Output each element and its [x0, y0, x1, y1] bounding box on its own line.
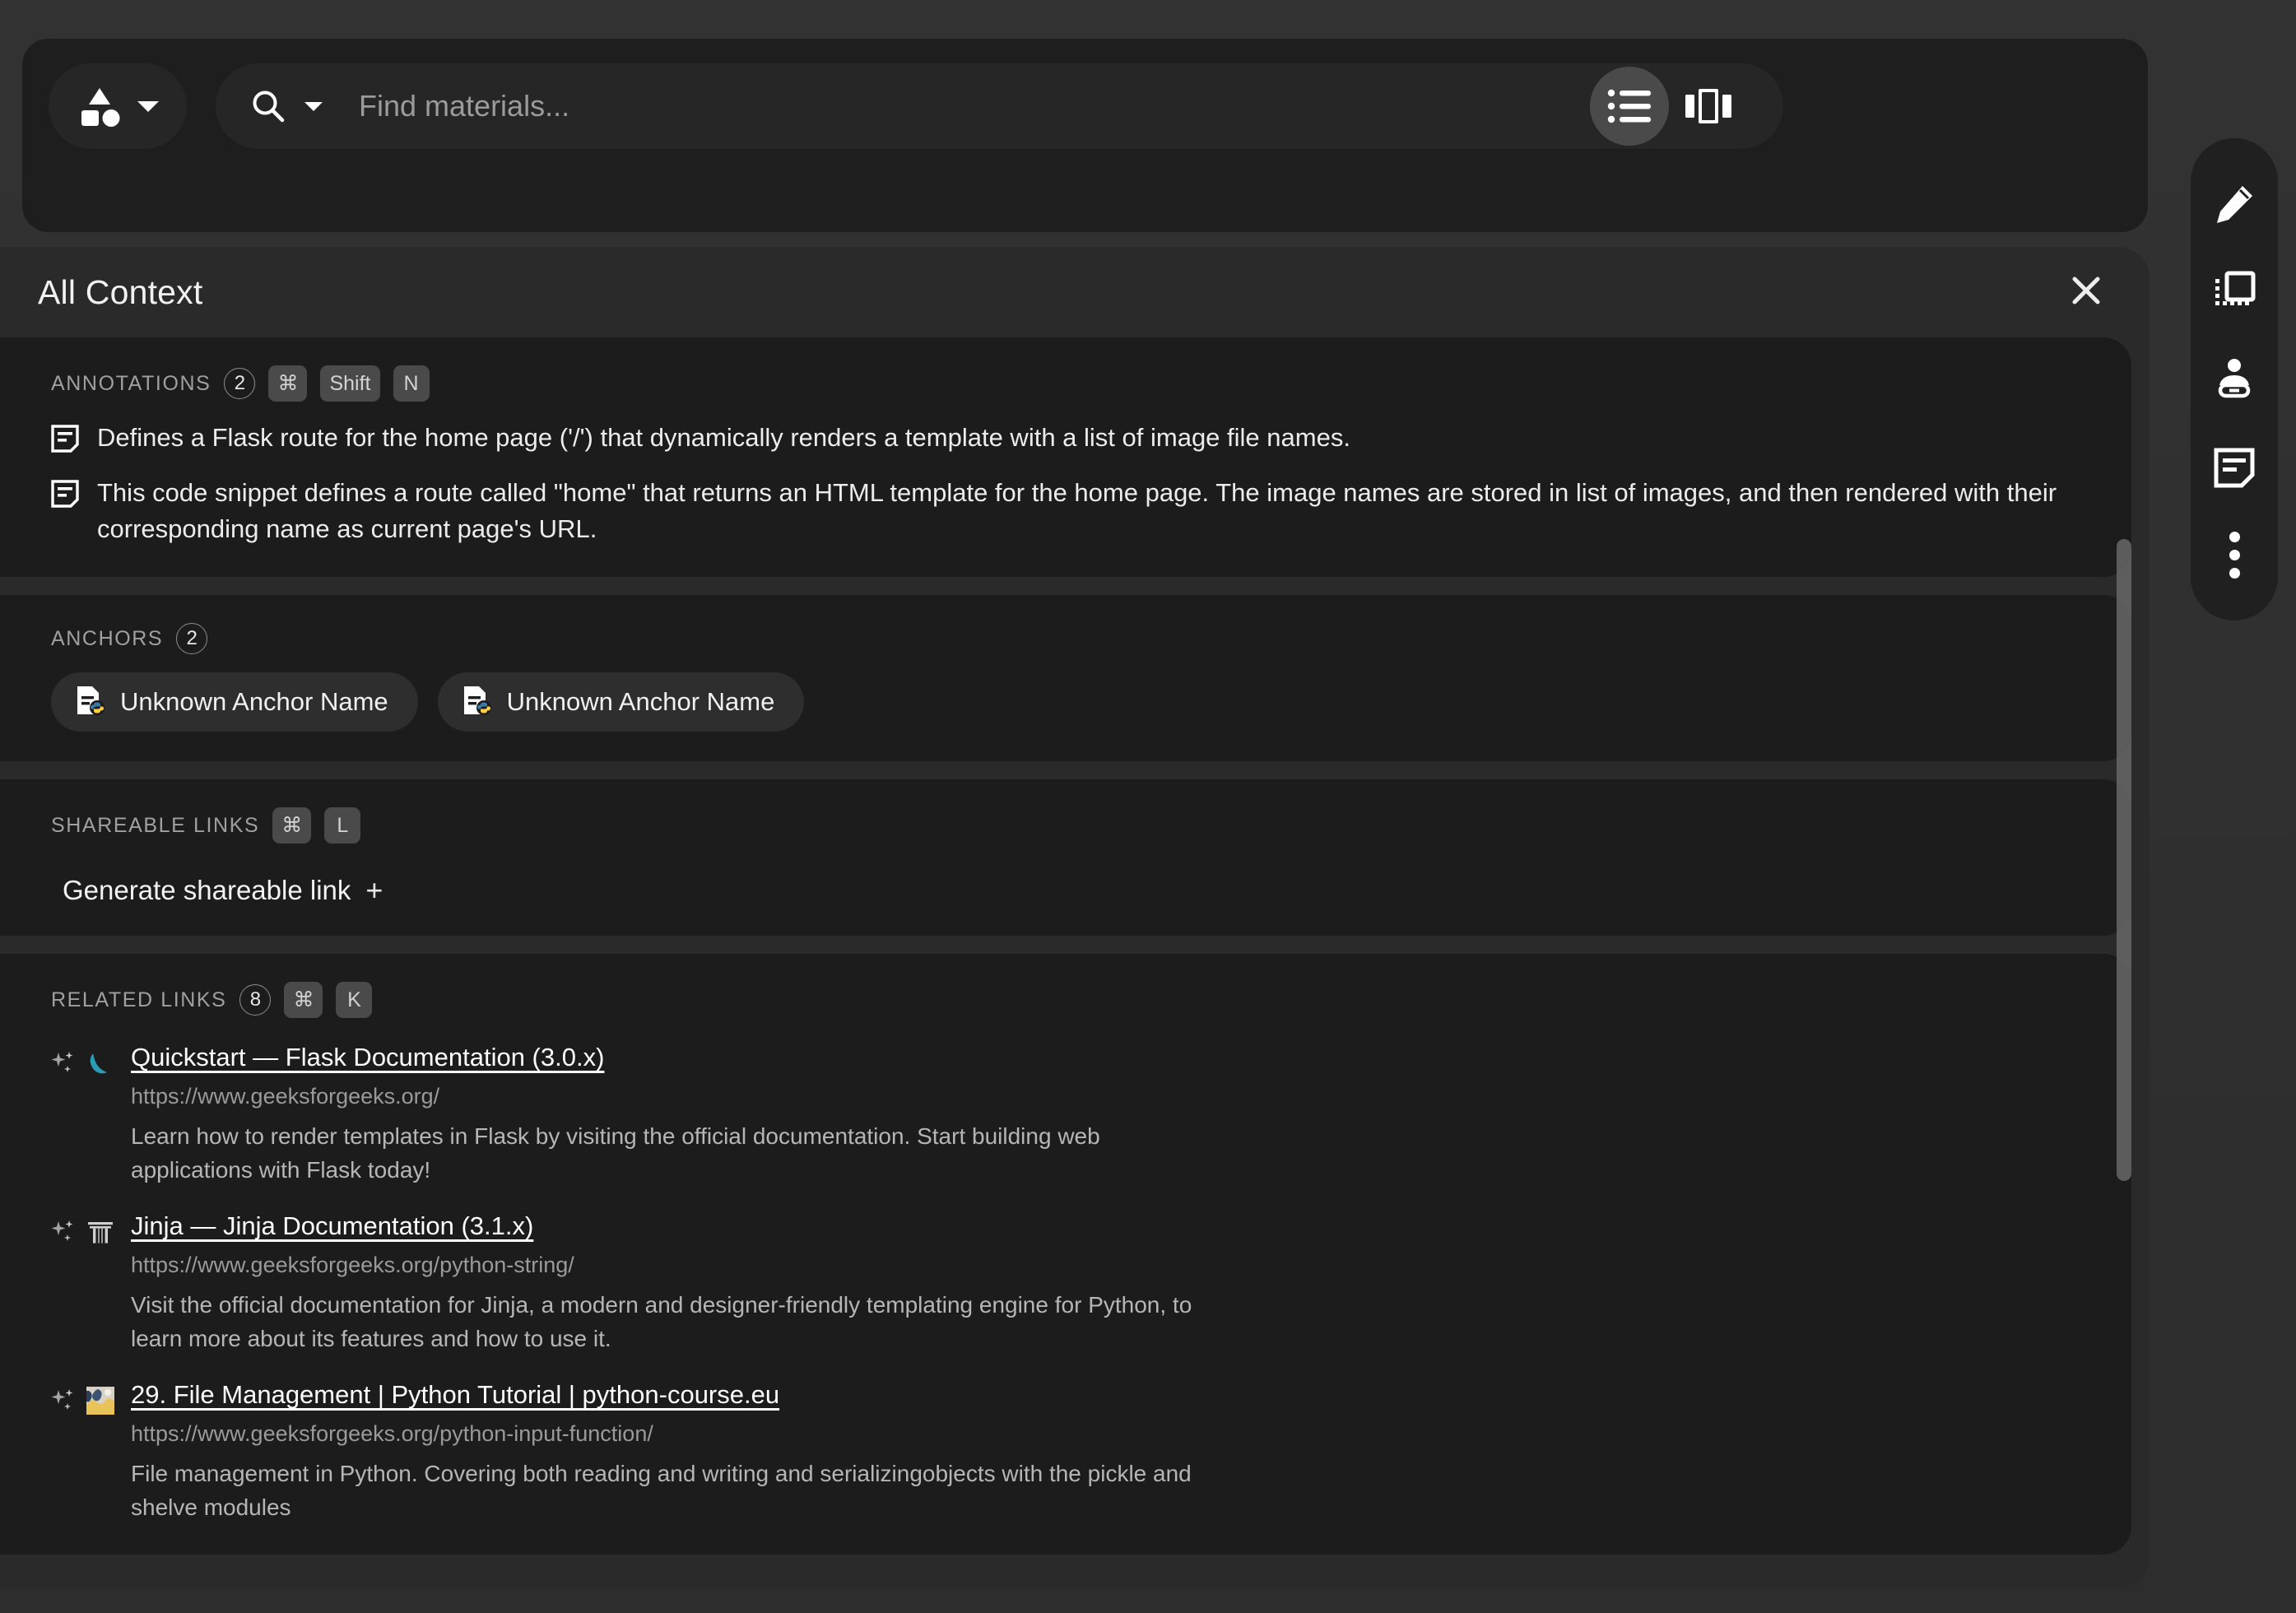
page-title: All Context [38, 272, 203, 311]
related-link-url: https://www.geeksforgeeks.org/python-str… [131, 1253, 574, 1278]
anchors-card: ANCHORS 2 Unknown Anchor Name Unknown An… [0, 595, 2131, 762]
anchor-chip-label: Unknown Anchor Name [506, 687, 775, 717]
kbd-l: L [324, 807, 361, 844]
sparkles-icon [51, 1220, 73, 1242]
annotation-text: Defines a Flask route for the home page … [97, 423, 1350, 452]
close-icon[interactable] [2061, 265, 2112, 316]
anchor-chip[interactable]: Unknown Anchor Name [51, 672, 418, 732]
related-link-icons [51, 1211, 114, 1246]
related-link-body: 29. File Management | Python Tutorial | … [131, 1380, 2098, 1524]
shapes-icon [81, 88, 120, 127]
annotation-note-icon [51, 480, 79, 512]
generate-shareable-link-label: Generate shareable link [63, 875, 351, 906]
annotation-text: This code snippet defines a route called… [97, 478, 2057, 544]
anchor-chip-list: Unknown Anchor Name Unknown Anchor Name [51, 672, 2098, 732]
panel-scrollbar[interactable] [2117, 539, 2131, 1181]
annotations-card: ANNOTATIONS 2 ⌘ Shift N Defines a Flask … [0, 337, 2131, 578]
annotation-note-button[interactable] [2195, 428, 2274, 507]
more-options-icon [2229, 531, 2240, 579]
kbd-n: N [393, 365, 430, 402]
related-link-title[interactable]: Quickstart — Flask Documentation (3.0.x) [131, 1043, 604, 1072]
list-view-button[interactable] [1590, 67, 1669, 146]
anchors-header: ANCHORS 2 [51, 623, 2098, 655]
flask-logo [90, 1053, 107, 1074]
panel-header: All Context [0, 247, 2150, 337]
related-link-item[interactable]: 29. File Management | Python Tutorial | … [51, 1380, 2098, 1524]
kbd-cmd: ⌘ [284, 982, 323, 1019]
more-options-button[interactable] [2195, 515, 2274, 594]
search-input[interactable] [341, 89, 1604, 123]
carousel-icon [1685, 89, 1731, 123]
related-link-body: Quickstart — Flask Documentation (3.0.x)… [131, 1043, 2098, 1187]
search-bar[interactable]: / [216, 63, 1783, 149]
share-person-link-button[interactable] [2195, 340, 2274, 419]
related-link-item[interactable]: Quickstart — Flask Documentation (3.0.x)… [51, 1043, 2098, 1187]
edit-pencil-button[interactable] [2195, 165, 2274, 244]
torii-gate-logo [88, 1222, 113, 1243]
related-link-icons [51, 1380, 114, 1415]
python-file-icon [74, 685, 105, 720]
sparkles-icon [51, 1052, 73, 1073]
anchor-chip-label: Unknown Anchor Name [120, 687, 388, 717]
list-icon [1607, 89, 1651, 123]
card-view-button[interactable] [1669, 67, 1748, 146]
shareable-links-label: SHAREABLE LINKS [51, 813, 260, 837]
anchor-frame-icon [2215, 271, 2256, 305]
anchor-frame-button[interactable] [2195, 253, 2274, 332]
related-link-title[interactable]: Jinja — Jinja Documentation (3.1.x) [131, 1211, 533, 1241]
panel-body: ANNOTATIONS 2 ⌘ Shift N Defines a Flask … [0, 337, 2150, 1588]
anchor-chip[interactable]: Unknown Anchor Name [437, 672, 805, 732]
kbd-k: K [336, 982, 373, 1019]
sparkles-icon [51, 1389, 73, 1411]
python-file-icon [461, 685, 492, 720]
related-link-url: https://www.geeksforgeeks.org/ [131, 1084, 440, 1109]
annotation-item[interactable]: Defines a Flask route for the home page … [51, 420, 2098, 457]
shareable-links-card: SHAREABLE LINKS ⌘ L Generate shareable l… [0, 779, 2131, 937]
plus-icon: + [365, 873, 383, 908]
generate-shareable-link-button[interactable]: Generate shareable link + [63, 875, 383, 906]
tool-rail [2191, 138, 2278, 621]
edit-pencil-icon [2217, 186, 2252, 223]
related-links-header: RELATED LINKS 8 ⌘ K [51, 982, 2098, 1019]
app-root: / [0, 0, 2296, 1613]
related-link-description: File management in Python. Covering both… [131, 1461, 1192, 1520]
annotation-note-icon [51, 425, 79, 457]
related-link-description: Learn how to render templates in Flask b… [131, 1123, 1100, 1183]
related-link-item[interactable]: Jinja — Jinja Documentation (3.1.x) http… [51, 1211, 2098, 1355]
search-icon[interactable] [250, 88, 286, 124]
annotation-item[interactable]: This code snippet defines a route called… [51, 475, 2098, 547]
python-course-logo [86, 1387, 114, 1415]
related-link-body: Jinja — Jinja Documentation (3.1.x) http… [131, 1211, 2098, 1355]
top-toolbar: / [22, 39, 2148, 232]
related-links-count: 8 [239, 984, 272, 1016]
chevron-down-icon [137, 100, 159, 112]
related-link-title[interactable]: 29. File Management | Python Tutorial | … [131, 1380, 779, 1410]
all-context-panel: All Context ANNOTATIONS 2 ⌘ Shift N Defi… [0, 247, 2150, 1588]
view-mode-toggle [1590, 67, 1773, 146]
anchors-count: 2 [176, 623, 208, 655]
related-links-card: RELATED LINKS 8 ⌘ K Quickstart — Flask D… [0, 954, 2131, 1555]
related-links-label: RELATED LINKS [51, 988, 227, 1011]
annotations-header: ANNOTATIONS 2 ⌘ Shift N [51, 365, 2098, 402]
search-scope-chevron-down-icon[interactable] [304, 101, 323, 111]
shareable-links-header: SHAREABLE LINKS ⌘ L [51, 807, 2098, 844]
anchors-label: ANCHORS [51, 626, 164, 650]
kbd-shift: Shift [320, 365, 380, 402]
kbd-cmd: ⌘ [272, 807, 312, 844]
related-link-icons [51, 1043, 114, 1077]
annotations-label: ANNOTATIONS [51, 371, 211, 395]
related-link-url: https://www.geeksforgeeks.org/python-inp… [131, 1421, 653, 1447]
lens-selector-button[interactable] [49, 63, 187, 149]
kbd-cmd: ⌘ [268, 365, 308, 402]
related-link-description: Visit the official documentation for Jin… [131, 1292, 1192, 1351]
share-person-link-icon [2218, 359, 2251, 398]
annotation-note-icon [2214, 448, 2255, 487]
annotations-count: 2 [224, 368, 256, 399]
